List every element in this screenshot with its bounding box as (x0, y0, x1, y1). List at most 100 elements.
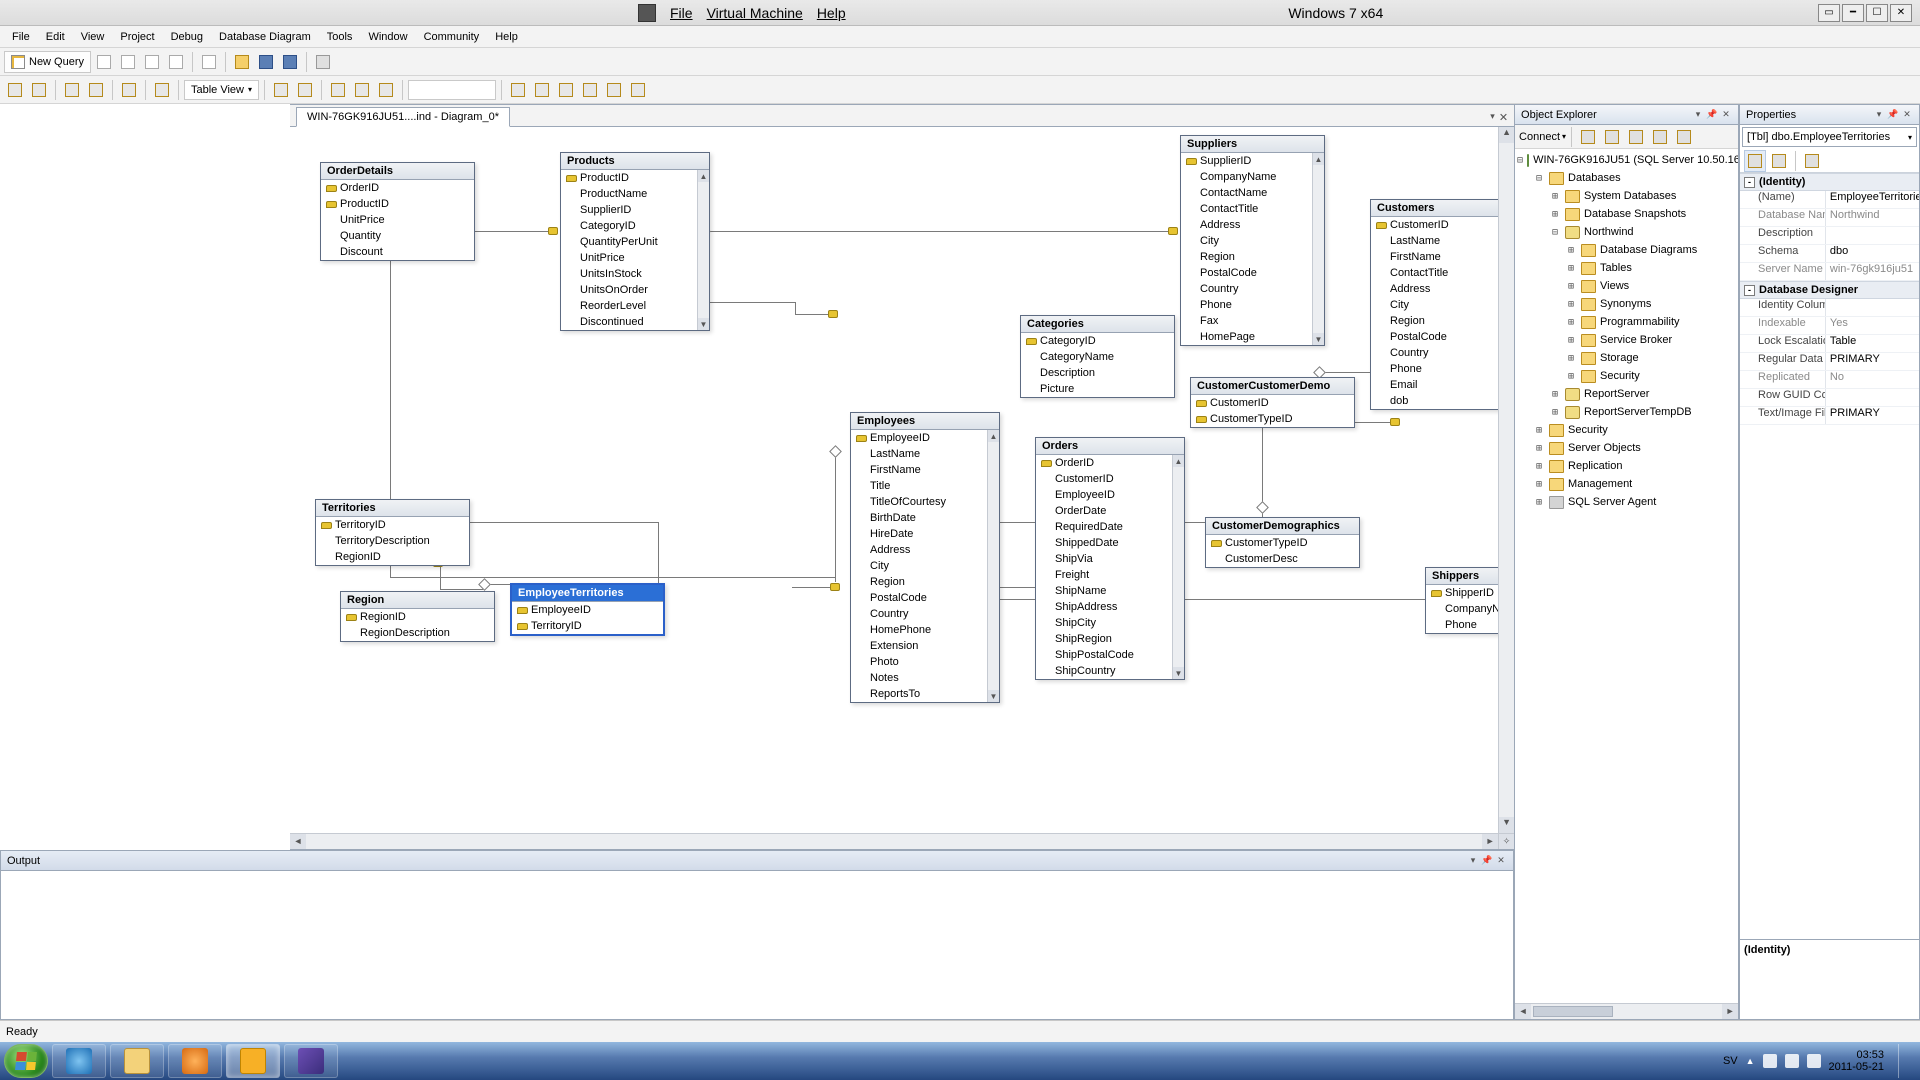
table-column[interactable]: ReportsTo (851, 686, 987, 702)
tree-programmability[interactable]: ⊞Programmability (1515, 313, 1738, 331)
canvas-vscroll[interactable]: ▲▼ (1498, 127, 1514, 833)
connect-btn-2[interactable] (1601, 126, 1623, 148)
diagram-btn-1[interactable] (4, 79, 26, 101)
tree-server[interactable]: ⊟WIN-76GK916JU51 (SQL Server 10.50.1600 … (1515, 151, 1738, 169)
menu-tools[interactable]: Tools (319, 29, 361, 45)
table-column[interactable]: SupplierID (1181, 153, 1312, 169)
connect-btn-3[interactable] (1625, 126, 1647, 148)
open-icon[interactable] (231, 51, 253, 73)
taskbar-vs[interactable] (284, 1044, 338, 1078)
prop-cat-dbdesigner[interactable]: -Database Designer (1740, 281, 1919, 299)
table-territories[interactable]: TerritoriesTerritoryIDTerritoryDescripti… (315, 499, 470, 566)
table-column[interactable]: Discontinued (561, 314, 697, 330)
table-column[interactable]: ContactName (1181, 185, 1312, 201)
show-desktop-button[interactable] (1898, 1044, 1908, 1078)
output-close-icon[interactable]: ✕ (1495, 855, 1507, 867)
table-column[interactable]: SupplierID (561, 202, 697, 218)
table-header[interactable]: OrderDetails (321, 163, 474, 180)
toolbar-btn-5[interactable] (198, 51, 220, 73)
table-column[interactable]: CustomerID (1036, 471, 1172, 487)
document-tab[interactable]: WIN-76GK916JU51....ind - Diagram_0* (296, 107, 510, 127)
table-header[interactable]: EmployeeTerritories (512, 585, 663, 602)
filter-icon[interactable] (1649, 126, 1671, 148)
output-pin-icon[interactable]: 📌 (1481, 855, 1493, 867)
toolbar-btn-3[interactable] (141, 51, 163, 73)
table-column[interactable]: Freight (1036, 567, 1172, 583)
tab-dropdown-icon[interactable]: ▾ (1490, 111, 1495, 124)
systray-lang[interactable]: SV (1723, 1055, 1738, 1067)
table-column[interactable]: FirstName (1371, 249, 1512, 265)
table-column[interactable]: Photo (851, 654, 987, 670)
tree-replication[interactable]: ⊞Replication (1515, 457, 1738, 475)
toolbar-btn-4[interactable] (165, 51, 187, 73)
toolbar-btn-1[interactable] (93, 51, 115, 73)
diagram-btn-2[interactable] (28, 79, 50, 101)
table-header[interactable]: Territories (316, 500, 469, 517)
vm-minimize-button[interactable]: ━ (1842, 4, 1864, 22)
tree-security-nw[interactable]: ⊞Security (1515, 367, 1738, 385)
new-query-button[interactable]: New Query (4, 51, 91, 73)
panel-close-icon[interactable]: ✕ (1720, 109, 1732, 121)
table-column[interactable]: RegionDescription (341, 625, 494, 641)
table-customercustomerdemo[interactable]: CustomerCustomerDemoCustomerIDCustomerTy… (1190, 377, 1355, 428)
table-header[interactable]: Categories (1021, 316, 1174, 333)
tree-servicebroker[interactable]: ⊞Service Broker (1515, 331, 1738, 349)
table-column[interactable]: EmployeeID (851, 430, 987, 446)
table-employees[interactable]: EmployeesEmployeeIDLastNameFirstNameTitl… (850, 412, 1000, 703)
table-column[interactable]: ReorderLevel (561, 298, 697, 314)
table-column[interactable]: PostalCode (1181, 265, 1312, 281)
table-column[interactable]: PostalCode (1371, 329, 1512, 345)
table-column[interactable]: CustomerID (1191, 395, 1354, 411)
table-column[interactable]: CompanyName (1181, 169, 1312, 185)
table-column[interactable]: dob (1371, 393, 1512, 409)
table-column[interactable]: LastName (851, 446, 987, 462)
props-close-icon[interactable]: ✕ (1901, 109, 1913, 121)
taskbar-ssms[interactable] (226, 1044, 280, 1078)
props-dropdown-icon[interactable]: ▾ (1873, 109, 1885, 121)
table-column[interactable]: Region (1371, 313, 1512, 329)
table-column[interactable]: ContactTitle (1371, 265, 1512, 281)
table-column[interactable]: UnitsInStock (561, 266, 697, 282)
tree-reportserver[interactable]: ⊞ReportServer (1515, 385, 1738, 403)
tree-sqlagent[interactable]: ⊞SQL Server Agent (1515, 493, 1738, 511)
table-products[interactable]: ProductsProductIDProductNameSupplierIDCa… (560, 152, 710, 331)
menu-project[interactable]: Project (112, 29, 162, 45)
table-orders[interactable]: OrdersOrderIDCustomerIDEmployeeIDOrderDa… (1035, 437, 1185, 680)
table-column[interactable]: Title (851, 478, 987, 494)
table-column[interactable]: RegionID (316, 549, 469, 565)
diagram-btn-13[interactable] (531, 79, 553, 101)
table-column[interactable]: Extension (851, 638, 987, 654)
table-column[interactable]: LastName (1371, 233, 1512, 249)
diagram-btn-17[interactable] (627, 79, 649, 101)
table-column[interactable]: CategoryID (561, 218, 697, 234)
table-header[interactable]: Suppliers (1181, 136, 1324, 153)
menu-database-diagram[interactable]: Database Diagram (211, 29, 319, 45)
tree-security[interactable]: ⊞Security (1515, 421, 1738, 439)
table-column[interactable]: ContactTitle (1181, 201, 1312, 217)
systray-network-icon[interactable] (1785, 1054, 1799, 1068)
table-column[interactable]: Picture (1021, 381, 1174, 397)
tree-sysdb[interactable]: ⊞System Databases (1515, 187, 1738, 205)
table-column[interactable]: OrderID (1036, 455, 1172, 471)
table-column[interactable]: ShipName (1036, 583, 1172, 599)
diagram-btn-7[interactable] (270, 79, 292, 101)
table-column[interactable]: OrderDate (1036, 503, 1172, 519)
tree-tables[interactable]: ⊞Tables (1515, 259, 1738, 277)
table-column[interactable]: ShippedDate (1036, 535, 1172, 551)
connect-btn-1[interactable] (1577, 126, 1599, 148)
props-categorized-icon[interactable] (1744, 150, 1766, 172)
table-column[interactable]: Address (851, 542, 987, 558)
table-column[interactable]: CustomerDesc (1206, 551, 1359, 567)
prop-cat-identity[interactable]: -(Identity) (1740, 173, 1919, 191)
connect-btn-5[interactable] (1673, 126, 1695, 148)
table-column[interactable]: BirthDate (851, 510, 987, 526)
table-header[interactable]: CustomerDemographics (1206, 518, 1359, 535)
table-header[interactable]: Region (341, 592, 494, 609)
diagram-btn-14[interactable] (555, 79, 577, 101)
vm-menu-file[interactable]: File (670, 5, 693, 21)
panel-dropdown-icon[interactable]: ▾ (1692, 109, 1704, 121)
table-column[interactable]: Description (1021, 365, 1174, 381)
tab-close-icon[interactable]: ✕ (1499, 111, 1508, 124)
table-column[interactable]: TerritoryID (316, 517, 469, 533)
table-column[interactable]: PostalCode (851, 590, 987, 606)
